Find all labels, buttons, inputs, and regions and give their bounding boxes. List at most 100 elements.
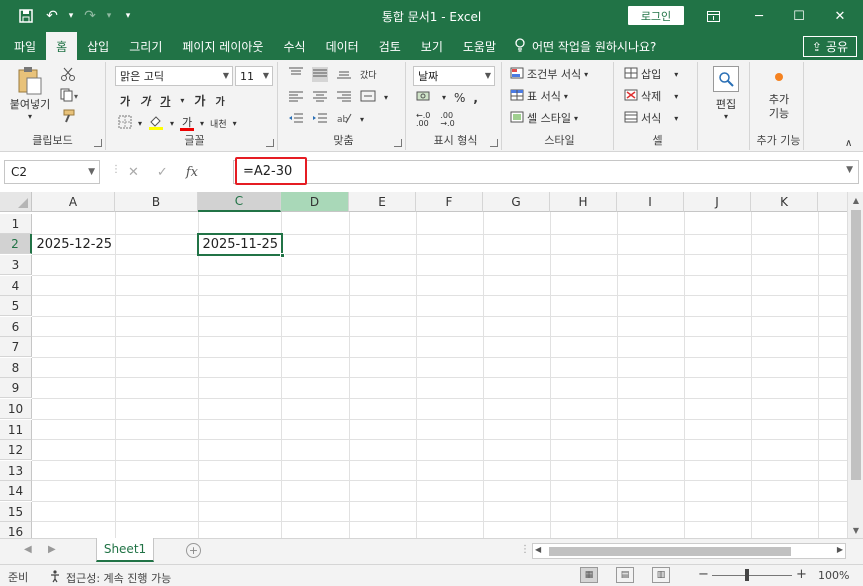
close-button[interactable]: ✕: [817, 0, 863, 32]
tab-home[interactable]: 홈: [46, 32, 78, 60]
decrease-decimal-icon[interactable]: .00 →.0: [440, 112, 454, 128]
format-as-table-button[interactable]: 표 서식 ▾: [510, 88, 568, 104]
percent-icon[interactable]: %: [454, 91, 465, 105]
paste-button[interactable]: 붙여넣기 ▾: [6, 66, 54, 121]
name-box[interactable]: C2 ▼: [4, 160, 100, 184]
paste-dropdown-icon[interactable]: ▾: [28, 112, 32, 121]
row-header[interactable]: 13: [0, 461, 32, 481]
cell-a2[interactable]: 2025-12-25: [32, 234, 115, 254]
tab-help[interactable]: 도움말: [453, 32, 506, 60]
conditional-formatting-button[interactable]: 조건부 서식 ▾: [510, 66, 588, 82]
page-break-view-icon[interactable]: ▥: [652, 567, 670, 583]
column-header-f[interactable]: F: [416, 192, 483, 212]
collapse-ribbon-icon[interactable]: ∧: [845, 138, 852, 149]
phonetic-guide-button[interactable]: 내천: [210, 117, 227, 130]
scroll-up-icon[interactable]: ▲: [848, 192, 863, 208]
enter-icon[interactable]: ✓: [157, 165, 168, 180]
grow-font-button[interactable]: 가: [194, 92, 205, 109]
delete-cells-button[interactable]: 삭제 ▾: [624, 88, 678, 104]
insert-function-icon[interactable]: fx: [186, 165, 198, 180]
column-header-i[interactable]: I: [617, 192, 684, 212]
addins-button[interactable]: 추가 기능: [758, 70, 800, 121]
accessibility-status[interactable]: 접근성: 계속 진행 가능: [48, 569, 171, 586]
formula-value-highlight[interactable]: =A2-30: [235, 157, 307, 185]
italic-button[interactable]: 가: [140, 93, 150, 109]
share-button[interactable]: ⇪ 공유: [802, 36, 857, 57]
zoom-slider-track[interactable]: [712, 575, 792, 576]
tab-formulas[interactable]: 수식: [273, 32, 315, 60]
column-header-h[interactable]: H: [550, 192, 617, 212]
row-header[interactable]: 7: [0, 337, 32, 357]
orientation-icon[interactable]: 갔다: [360, 68, 377, 81]
page-layout-view-icon[interactable]: ▤: [616, 567, 634, 583]
row-header[interactable]: 15: [0, 502, 32, 522]
sheet-next-icon[interactable]: ▶: [48, 544, 56, 555]
row-header[interactable]: 14: [0, 481, 32, 501]
undo-dropdown-icon[interactable]: ▾: [66, 4, 76, 28]
tab-data[interactable]: 데이터: [316, 32, 369, 60]
undo-icon[interactable]: ↶: [40, 4, 64, 28]
column-header-g[interactable]: G: [483, 192, 550, 212]
text-orientation-icon[interactable]: ab: [336, 112, 352, 127]
increase-indent-icon[interactable]: [312, 112, 328, 127]
tab-view[interactable]: 보기: [411, 32, 453, 60]
copy-icon[interactable]: ▾: [60, 88, 80, 102]
align-middle-icon[interactable]: [312, 67, 328, 82]
accounting-format-icon[interactable]: [416, 90, 434, 105]
font-launcher-icon[interactable]: [266, 139, 274, 147]
column-header-b[interactable]: B: [115, 192, 198, 212]
normal-view-icon[interactable]: ▦: [580, 567, 598, 583]
row-header[interactable]: 4: [0, 276, 32, 296]
maximize-button[interactable]: ☐: [776, 0, 822, 32]
borders-icon[interactable]: [118, 115, 132, 132]
number-format-combo[interactable]: 날짜 ▼: [413, 66, 495, 86]
save-icon[interactable]: [14, 4, 38, 28]
tab-draw[interactable]: 그리기: [119, 32, 172, 60]
cut-icon[interactable]: [60, 67, 76, 81]
fill-handle[interactable]: [280, 253, 285, 258]
insert-cells-button[interactable]: 삽입 ▾: [624, 66, 678, 82]
accounting-dropdown-icon[interactable]: ▾: [442, 93, 446, 102]
fill-color-icon[interactable]: [148, 114, 164, 133]
column-header-l[interactable]: [818, 192, 847, 212]
redo-dropdown-icon[interactable]: ▾: [104, 4, 114, 28]
vertical-scroll-thumb[interactable]: [851, 210, 861, 480]
redo-icon[interactable]: ↷: [78, 4, 102, 28]
comma-style-icon[interactable]: ,: [473, 91, 478, 105]
formula-input[interactable]: [233, 160, 859, 184]
scroll-right-icon[interactable]: ▶: [837, 545, 843, 554]
increase-decimal-icon[interactable]: ←.0.00: [416, 112, 430, 128]
clipboard-launcher-icon[interactable]: [94, 139, 102, 147]
merge-dropdown-icon[interactable]: ▾: [384, 93, 388, 102]
font-size-combo[interactable]: 11 ▼: [235, 66, 273, 86]
merge-center-icon[interactable]: [360, 90, 376, 105]
worksheet-grid[interactable]: A B C D E F G H I J K 1 2 3 4 5 6 7 8 9 …: [0, 192, 847, 538]
align-top-icon[interactable]: [288, 67, 304, 82]
underline-dropdown-icon[interactable]: ▾: [180, 96, 184, 105]
tab-file[interactable]: 파일: [4, 32, 46, 60]
align-right-icon[interactable]: [336, 90, 352, 105]
cell-styles-button[interactable]: 셀 스타일 ▾: [510, 110, 578, 126]
underline-button[interactable]: 가: [160, 93, 170, 109]
column-header-d[interactable]: D: [281, 192, 349, 212]
row-header[interactable]: 10: [0, 399, 32, 419]
align-center-icon[interactable]: [312, 90, 328, 105]
tab-page-layout[interactable]: 페이지 레이아웃: [172, 32, 273, 60]
ribbon-display-icon[interactable]: [690, 0, 736, 32]
column-header-j[interactable]: J: [684, 192, 751, 212]
bold-button[interactable]: 가: [120, 93, 130, 109]
row-header[interactable]: 12: [0, 440, 32, 460]
font-color-icon[interactable]: 가: [180, 117, 195, 131]
tab-split-grip-icon[interactable]: ⋮: [520, 544, 530, 555]
row-header[interactable]: 3: [0, 255, 32, 275]
zoom-out-button[interactable]: −: [698, 567, 709, 582]
sheet-prev-icon[interactable]: ◀: [24, 544, 32, 555]
row-header[interactable]: 2: [0, 234, 32, 254]
column-header-e[interactable]: E: [349, 192, 416, 212]
borders-dropdown-icon[interactable]: ▾: [138, 119, 142, 128]
row-header[interactable]: 16: [0, 522, 32, 538]
column-header-c[interactable]: C: [198, 192, 281, 212]
phonetic-dropdown-icon[interactable]: ▾: [233, 119, 237, 128]
zoom-slider-thumb[interactable]: [745, 569, 749, 581]
horizontal-scrollbar[interactable]: ◀ ▶: [532, 543, 846, 559]
